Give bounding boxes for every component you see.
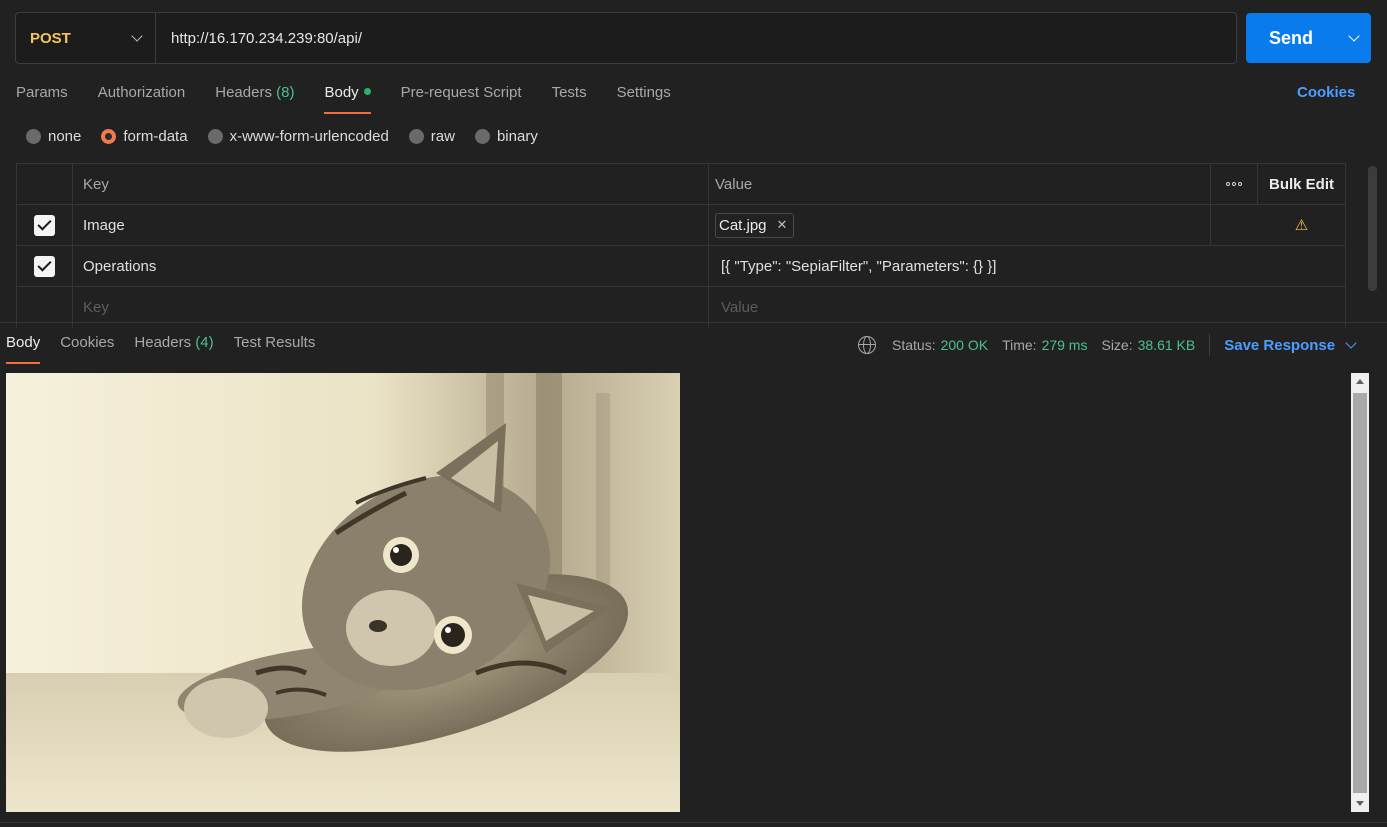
radio-form-data[interactable]: form-data [101, 128, 188, 145]
chevron-down-icon [131, 30, 143, 42]
warning-icon[interactable]: ⚠ [1295, 216, 1308, 234]
response-scrollbar[interactable] [1351, 373, 1369, 812]
key-header: Key [73, 164, 709, 204]
radio-circle [408, 129, 424, 144]
size-value[interactable]: 38.61 KB [1138, 337, 1196, 353]
body-indicator-dot [363, 88, 371, 95]
chevron-down-icon [1347, 30, 1360, 42]
table-row: Operations [{ "Type": "SepiaFilter", "Pa… [16, 246, 1346, 287]
file-name: Cat.jpg [719, 216, 767, 234]
size-label: Size: [1101, 337, 1133, 353]
response-tab-body[interactable]: Body [6, 326, 41, 364]
request-scrollbar[interactable] [1368, 166, 1377, 291]
key-cell[interactable]: Image [73, 205, 709, 245]
radio-urlencoded[interactable]: x-www-form-urlencoded [207, 128, 389, 145]
key-cell[interactable]: Operations [73, 246, 709, 286]
tab-settings[interactable]: Settings [617, 76, 671, 114]
row-checkbox[interactable] [34, 214, 55, 236]
cookies-link[interactable]: Cookies [1297, 84, 1355, 101]
table-header-row: Key Value Bulk Edit [16, 164, 1346, 205]
response-headers-count: (4) [195, 334, 214, 351]
more-button[interactable] [1211, 164, 1258, 204]
scroll-thumb[interactable] [1353, 393, 1367, 793]
send-options-button[interactable] [1336, 13, 1371, 63]
method-select[interactable]: POST [16, 13, 156, 63]
globe-icon[interactable] [858, 336, 876, 354]
bottom-divider [0, 822, 1387, 823]
tab-params[interactable]: Params [16, 76, 68, 114]
row-checkbox[interactable] [34, 255, 55, 277]
table-row: Image Cat.jpg ✕ ⚠ [16, 205, 1346, 246]
scroll-down-icon[interactable] [1356, 801, 1364, 806]
response-image-preview [6, 373, 680, 812]
scroll-up-icon[interactable] [1356, 379, 1364, 384]
divider [1209, 334, 1211, 356]
value-cell[interactable]: Cat.jpg ✕ [709, 205, 1211, 245]
tab-pre-request-script[interactable]: Pre-request Script [401, 76, 522, 114]
headers-count: (8) [276, 84, 295, 101]
sepia-cat-image [6, 373, 680, 812]
close-icon[interactable]: ✕ [777, 217, 788, 233]
save-response-button[interactable]: Save Response [1224, 337, 1335, 354]
radio-circle [26, 129, 41, 144]
status-value[interactable]: 200 OK [941, 337, 988, 353]
tab-authorization[interactable]: Authorization [98, 76, 186, 114]
tab-headers[interactable]: Headers (8) [215, 76, 294, 114]
more-icon [1226, 182, 1242, 186]
chevron-down-icon[interactable] [1345, 337, 1357, 349]
status-label: Status: [892, 337, 936, 353]
response-tab-cookies[interactable]: Cookies [60, 326, 114, 364]
form-data-table: Key Value Bulk Edit Image Cat.jpg ✕ ⚠ Op… [16, 163, 1346, 328]
response-tab-headers[interactable]: Headers (4) [134, 326, 213, 364]
radio-circle-selected [101, 129, 117, 144]
send-button[interactable]: Send [1246, 13, 1371, 63]
file-chip: Cat.jpg ✕ [715, 212, 795, 238]
tab-tests[interactable]: Tests [552, 76, 587, 114]
method-label: POST [30, 29, 71, 47]
radio-binary[interactable]: binary [474, 128, 538, 145]
time-label: Time: [1002, 337, 1037, 353]
url-input[interactable]: http://16.170.234.239:80/api/ [156, 30, 362, 47]
send-label: Send [1268, 27, 1313, 48]
body-type-radios: none form-data x-www-form-urlencoded raw… [26, 128, 558, 145]
value-cell[interactable]: [{ "Type": "SepiaFilter", "Parameters": … [709, 246, 1346, 286]
radio-circle [207, 129, 223, 144]
radio-none[interactable]: none [26, 128, 81, 145]
url-bar: POST http://16.170.234.239:80/api/ [15, 12, 1237, 64]
value-header: Value [709, 164, 1211, 204]
bulk-edit-button[interactable]: Bulk Edit [1258, 164, 1346, 204]
response-tab-test-results[interactable]: Test Results [234, 326, 316, 364]
time-value[interactable]: 279 ms [1042, 337, 1088, 353]
tab-body[interactable]: Body [324, 76, 371, 114]
response-status-bar: Status: 200 OK Time: 279 ms Size: 38.61 … [858, 334, 1357, 356]
response-divider[interactable] [0, 322, 1387, 323]
radio-circle [474, 129, 490, 144]
request-tabs: Params Authorization Headers (8) Body Pr… [16, 76, 701, 114]
radio-raw[interactable]: raw [408, 128, 455, 145]
response-tabs: Body Cookies Headers (4) Test Results [6, 326, 335, 364]
